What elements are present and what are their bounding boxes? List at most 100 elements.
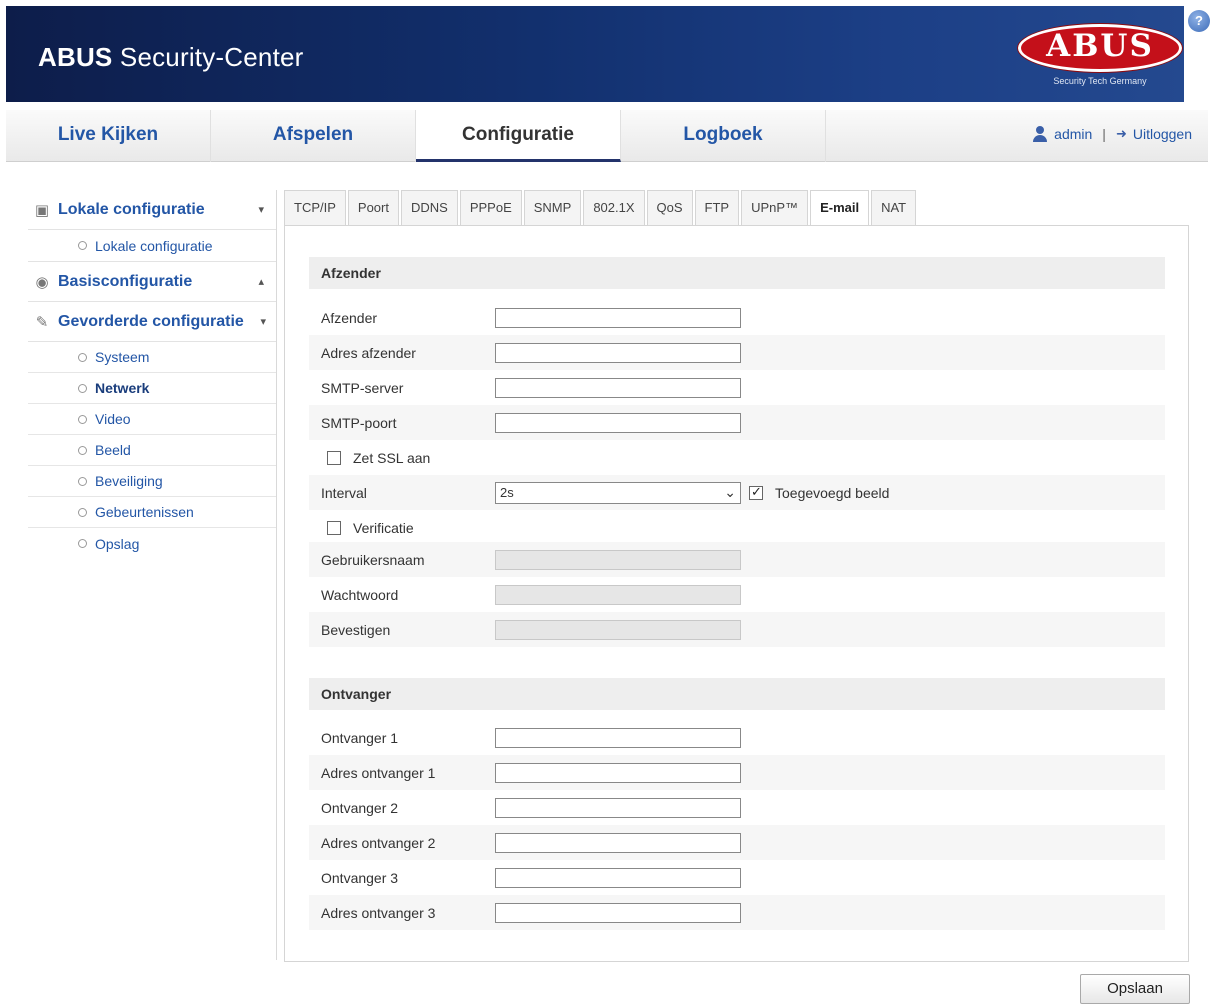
chevron-down-icon: ▾: [258, 204, 264, 216]
receiver-2-input[interactable]: [495, 797, 741, 818]
nav-separator: |: [1102, 126, 1106, 142]
sidebar-item-label: Gebeurtenissen: [95, 504, 194, 520]
subtab-8021x[interactable]: 802.1X: [583, 190, 645, 226]
sender-input[interactable]: [495, 307, 741, 328]
sidebar-item-system[interactable]: Systeem: [28, 342, 276, 373]
receiver-1-input[interactable]: [495, 727, 741, 748]
sidebar: ▣ Lokale configuratie ▾ Lokale configura…: [28, 190, 276, 559]
sidebar-section-advanced[interactable]: ✎ Gevorderde configuratie ▾: [28, 302, 276, 342]
password-label: Wachtwoord: [321, 586, 399, 603]
email-settings-panel: Afzender Afzender Adres afzender SMTP-se…: [284, 225, 1189, 962]
tab-live-view[interactable]: Live Kijken: [6, 110, 211, 162]
username-label: Gebruikersnaam: [321, 551, 425, 568]
subtab-email[interactable]: E-mail: [810, 190, 870, 227]
confirm-input: [495, 619, 741, 640]
form-row-receiver-2: Ontvanger 2: [309, 790, 1165, 825]
receiver-2-address-input[interactable]: [495, 832, 741, 853]
main-nav: Live Kijken Afspelen Configuratie Logboe…: [6, 110, 1208, 162]
logo-text: ABUS: [1046, 28, 1154, 64]
sidebar-item-label: Beeld: [95, 442, 131, 458]
receiver-3-address-input[interactable]: [495, 902, 741, 923]
sender-address-label: Adres afzender: [321, 344, 416, 361]
bullet-icon: [78, 241, 87, 250]
app-title: ABUS Security-Center: [38, 42, 304, 72]
subtab-ddns[interactable]: DDNS: [400, 190, 458, 226]
form-row-sender: Afzender: [309, 300, 1165, 335]
app-header: ABUS Security-Center ABUS Security Tech …: [6, 6, 1184, 102]
smtp-port-input[interactable]: [495, 412, 741, 433]
form-row-smtp-server: SMTP-server: [309, 370, 1165, 405]
bullet-icon: [78, 507, 87, 517]
subtab-upnp[interactable]: UPnP™: [741, 190, 809, 226]
subtab-port[interactable]: Poort: [347, 190, 399, 226]
attached-image-label: Toegevoegd beeld: [775, 484, 890, 501]
form-row-interval: Interval 2s ⌄ Toegevoegd beeld: [309, 475, 1165, 510]
globe-icon: ◉: [35, 273, 49, 291]
form-row-password: Wachtwoord: [309, 577, 1165, 612]
subtab-ftp[interactable]: FTP: [694, 190, 740, 226]
subtab-tcpip[interactable]: TCP/IP: [284, 190, 346, 226]
form-row-receiver-2-address: Adres ontvanger 2: [309, 825, 1165, 860]
sidebar-item-label: Beveiliging: [95, 473, 163, 489]
save-button[interactable]: Opslaan: [1080, 974, 1190, 1004]
sidebar-item-security[interactable]: Beveiliging: [28, 466, 276, 497]
sidebar-item-video[interactable]: Video: [28, 404, 276, 435]
sidebar-item-label: Lokale configuratie: [95, 237, 213, 254]
sidebar-item-events[interactable]: Gebeurtenissen: [28, 497, 276, 528]
sidebar-item-network[interactable]: Netwerk: [28, 373, 276, 404]
form-row-username: Gebruikersnaam: [309, 542, 1165, 577]
logo-subtitle: Security Tech Germany: [1053, 76, 1147, 86]
subtab-pppoe[interactable]: PPPoE: [459, 190, 522, 226]
attached-image-option: Toegevoegd beeld: [749, 484, 890, 501]
receiver-3-input[interactable]: [495, 867, 741, 888]
subtab-snmp[interactable]: SNMP: [523, 190, 582, 226]
chevron-up-icon: ▴: [258, 276, 264, 288]
sidebar-item-storage[interactable]: Opslag: [28, 528, 276, 559]
smtp-server-input[interactable]: [495, 377, 741, 398]
subtab-nat[interactable]: NAT: [871, 190, 917, 226]
sidebar-item-image[interactable]: Beeld: [28, 435, 276, 466]
username-link[interactable]: admin: [1054, 126, 1092, 142]
logout-link[interactable]: Uitloggen: [1133, 126, 1192, 142]
smtp-server-label: SMTP-server: [321, 379, 404, 396]
smtp-port-label: SMTP-poort: [321, 414, 397, 431]
ssl-label: Zet SSL aan: [353, 449, 431, 466]
subtab-qos[interactable]: QoS: [646, 190, 693, 226]
verification-checkbox[interactable]: [327, 520, 341, 535]
sidebar-item-label: Opslag: [95, 535, 140, 552]
receiver-1-address-label: Adres ontvanger 1: [321, 764, 436, 781]
help-icon[interactable]: ?: [1188, 10, 1210, 32]
receiver-2-address-label: Adres ontvanger 2: [321, 834, 436, 851]
bullet-icon: [78, 445, 87, 455]
receiver-1-address-input[interactable]: [495, 762, 741, 783]
sidebar-item-local-config[interactable]: Lokale configuratie: [28, 230, 276, 262]
sidebar-section-basic[interactable]: ◉ Basisconfiguratie ▴: [28, 262, 276, 302]
user-icon: [1032, 126, 1048, 142]
chevron-down-icon: ⌄: [724, 483, 736, 500]
confirm-label: Bevestigen: [321, 621, 391, 638]
interval-select[interactable]: 2s ⌄: [495, 481, 741, 504]
sidebar-item-label: Systeem: [95, 349, 150, 365]
form-row-confirm: Bevestigen: [309, 612, 1165, 647]
tab-playback[interactable]: Afspelen: [211, 110, 416, 162]
receiver-3-address-label: Adres ontvanger 3: [321, 904, 436, 921]
content-divider: [276, 190, 277, 960]
attached-image-checkbox[interactable]: [749, 484, 763, 500]
abus-logo: ABUS Security Tech Germany: [1018, 24, 1182, 86]
form-row-smtp-port: SMTP-poort: [309, 405, 1165, 440]
interval-label: Interval: [321, 484, 367, 501]
tab-log[interactable]: Logboek: [621, 110, 826, 162]
sidebar-item-label: Netwerk: [95, 380, 150, 396]
ssl-checkbox[interactable]: [327, 450, 341, 465]
tab-configuration[interactable]: Configuratie: [416, 110, 621, 162]
chevron-down-icon: ▾: [260, 316, 266, 328]
interval-value: 2s: [500, 485, 514, 500]
sidebar-section-local[interactable]: ▣ Lokale configuratie ▾: [28, 190, 276, 230]
username-input: [495, 549, 741, 570]
bullet-icon: [78, 476, 87, 486]
sender-address-input[interactable]: [495, 342, 741, 363]
form-row-receiver-1: Ontvanger 1: [309, 720, 1165, 755]
form-row-receiver-3: Ontvanger 3: [309, 860, 1165, 895]
form-row-receiver-1-address: Adres ontvanger 1: [309, 755, 1165, 790]
bullet-icon: [78, 539, 87, 548]
